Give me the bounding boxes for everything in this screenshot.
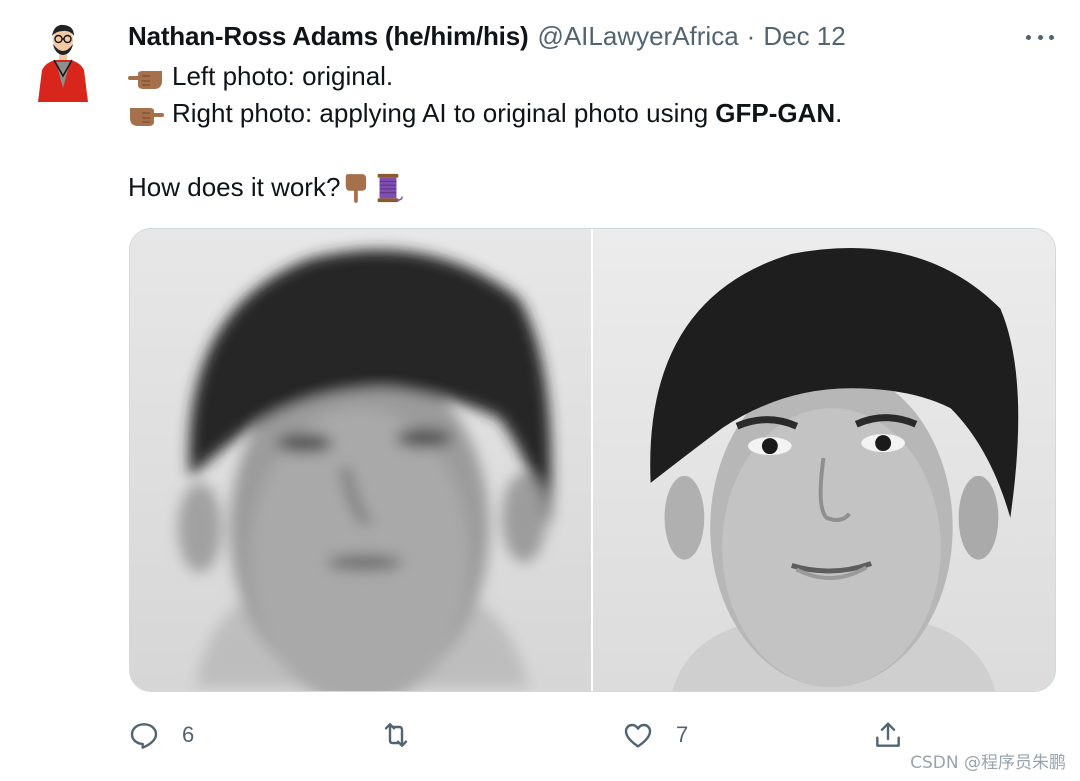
reply-button[interactable]: 6: [128, 713, 194, 757]
reply-icon: [130, 723, 158, 749]
media-photo-original[interactable]: [130, 229, 591, 691]
retweet-icon: [384, 723, 408, 747]
tweet-line: Left photo: original.: [128, 58, 842, 95]
author-name[interactable]: Nathan-Ross Adams (he/him/his): [128, 21, 529, 52]
line-text: How does it work?: [128, 172, 341, 202]
restored-portrait-image: [650, 247, 1019, 691]
share-button[interactable]: [872, 713, 904, 757]
more-options-icon[interactable]: [1020, 24, 1060, 50]
like-button[interactable]: 7: [622, 713, 688, 757]
reply-count: 6: [182, 722, 195, 747]
avatar[interactable]: [30, 18, 96, 108]
tweet-media[interactable]: [129, 228, 1056, 692]
line-end: .: [835, 98, 843, 128]
gfp-gan-text: GFP-GAN: [715, 98, 836, 128]
tweet-line: How does it work?: [128, 169, 842, 206]
tweet-actions: 6 7: [128, 713, 928, 757]
share-icon: [876, 722, 900, 747]
author-handle[interactable]: @AILawyerAfrica: [537, 21, 738, 52]
watermark: CSDN @程序员朱鹏: [910, 753, 1066, 773]
header-separator: ·: [746, 20, 756, 51]
backhand-index-pointing-left-icon: [128, 70, 162, 89]
tweet-header: Nathan-Ross Adams (he/him/his) @AILawyer…: [128, 18, 846, 54]
thread-spool-icon: [378, 173, 404, 202]
blurry-portrait-image: [177, 249, 552, 691]
retweet-button[interactable]: [380, 713, 434, 757]
backhand-index-pointing-down-icon: [346, 173, 367, 203]
like-count: 7: [676, 722, 689, 747]
media-photo-restored[interactable]: [591, 229, 1055, 691]
tweet-line: Right photo: applying AI to original pho…: [128, 95, 842, 132]
line-text: Left photo: original.: [172, 61, 394, 91]
tweet-date[interactable]: Dec 12: [763, 21, 845, 52]
tweet-text: Left photo: original. Right photo: apply…: [128, 58, 842, 206]
backhand-index-pointing-right-icon: [130, 107, 164, 126]
line-text: Right photo: applying AI to original pho…: [172, 98, 709, 128]
heart-icon: [624, 723, 652, 748]
